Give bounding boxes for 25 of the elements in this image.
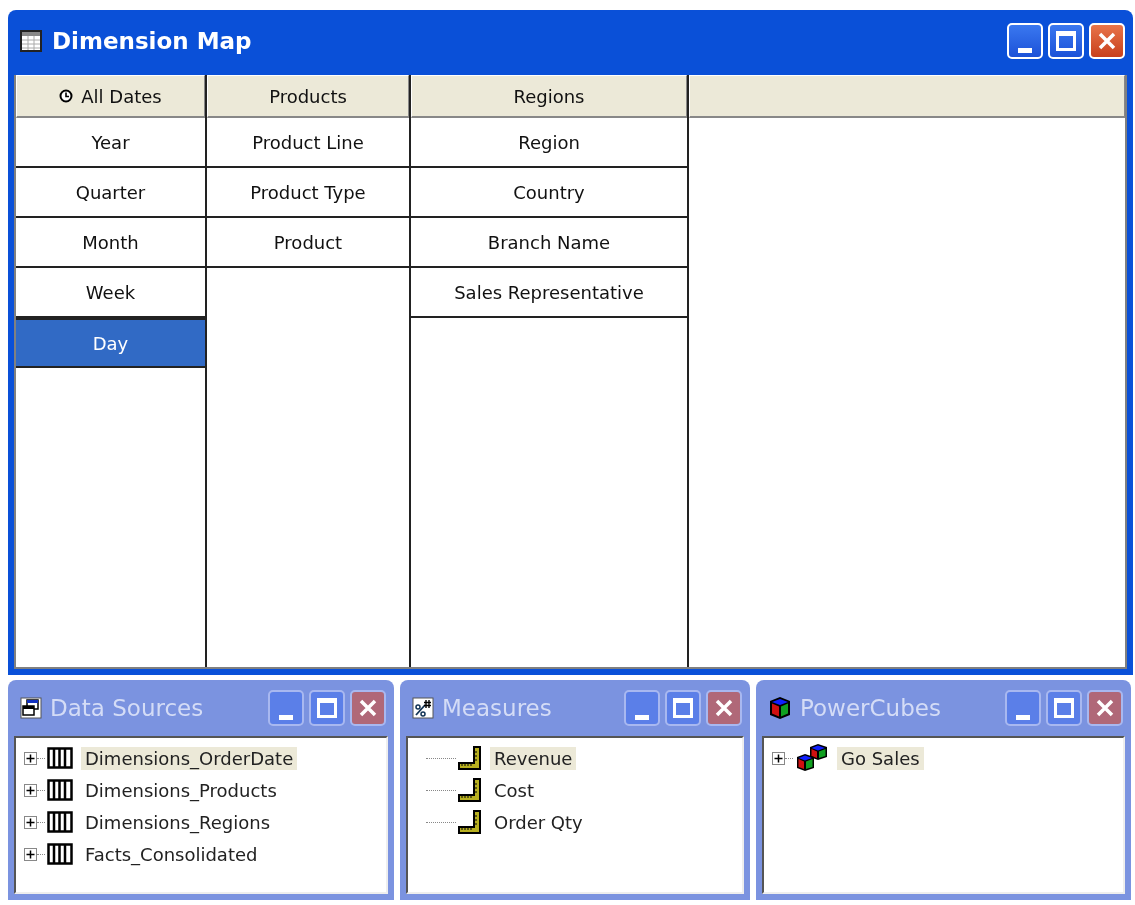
table-columns-icon bbox=[47, 779, 73, 801]
panel-title: Measures bbox=[442, 695, 553, 721]
ruler-icon bbox=[458, 778, 482, 802]
cubes-icon bbox=[795, 743, 829, 773]
close-icon bbox=[713, 697, 735, 719]
close-icon bbox=[357, 697, 379, 719]
table-columns-icon bbox=[47, 843, 73, 865]
panel-title: Data Sources bbox=[50, 695, 205, 721]
table-columns-icon bbox=[47, 811, 73, 833]
clock-icon bbox=[59, 89, 74, 103]
cube-icon bbox=[768, 695, 792, 721]
dimension-header[interactable]: Products bbox=[207, 75, 409, 118]
dimension-header[interactable]: Regions bbox=[411, 75, 687, 118]
ruler-icon bbox=[458, 810, 482, 834]
ruler-icon bbox=[458, 746, 482, 770]
table-icon bbox=[20, 30, 42, 52]
percent-icon bbox=[412, 697, 434, 719]
windows-icon bbox=[20, 697, 42, 719]
panel-title: PowerCubes bbox=[800, 695, 942, 721]
level-cell[interactable]: Day bbox=[16, 318, 205, 368]
table-columns-icon bbox=[47, 747, 73, 769]
dimension-header[interactable]: All Dates bbox=[16, 75, 205, 118]
close-icon bbox=[1096, 30, 1118, 52]
window-title: Dimension Map bbox=[52, 28, 253, 54]
close-icon bbox=[1094, 697, 1116, 719]
